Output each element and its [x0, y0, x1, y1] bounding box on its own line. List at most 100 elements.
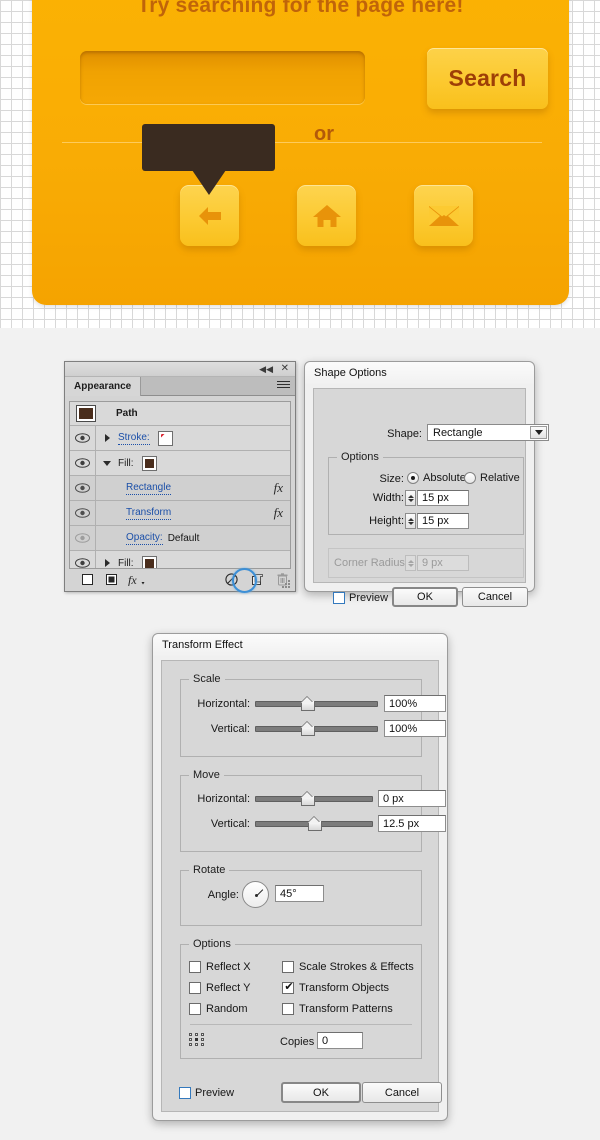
random-label: Random [206, 1003, 248, 1015]
move-group: Move [180, 769, 422, 852]
size-absolute-radio[interactable] [407, 472, 419, 484]
panel-tabstrip: Appearance [65, 377, 295, 396]
disclosure-triangle-right-icon[interactable] [96, 559, 118, 567]
shape-options-title: Shape Options [305, 362, 534, 384]
cancel-button[interactable]: Cancel [462, 587, 528, 607]
appearance-row-rectangle[interactable]: Rectangle fx [70, 476, 290, 501]
preview-label: Preview [349, 592, 389, 604]
reflect-y-checkbox[interactable] [189, 982, 201, 994]
visibility-eye-icon-off[interactable] [70, 526, 96, 550]
move-horizontal-slider-thumb[interactable] [301, 792, 315, 806]
angle-dial[interactable] [242, 881, 269, 908]
width-input[interactable]: 15 px [417, 490, 469, 506]
visibility-eye-icon[interactable] [70, 451, 96, 475]
size-absolute-label: Absolute [423, 472, 466, 484]
scale-vertical-slider-track[interactable] [255, 726, 378, 732]
visibility-eye-icon[interactable] [70, 476, 96, 500]
appearance-row-opacity-nested-label[interactable]: Opacity: [126, 532, 163, 545]
transform-objects-checkbox[interactable] [282, 980, 295, 994]
copies-label: Copies [280, 1036, 315, 1048]
divider [62, 142, 542, 143]
appearance-row-transform-label[interactable]: Transform [126, 507, 172, 520]
transform-patterns-checkbox[interactable] [282, 1003, 294, 1015]
reflect-x-checkbox[interactable] [189, 961, 201, 973]
add-new-effect-fx-icon[interactable]: fx [128, 571, 145, 588]
scale-strokes-effects-checkbox[interactable] [282, 961, 294, 973]
preview-checkbox[interactable] [179, 1087, 191, 1099]
width-label: Width: [372, 492, 404, 504]
move-horizontal-input[interactable]: 0 px [378, 790, 446, 807]
scale-vertical-slider-thumb[interactable] [301, 722, 315, 736]
transform-effect-title: Transform Effect [153, 634, 447, 656]
panel-resize-grip[interactable] [282, 580, 291, 589]
width-stepper[interactable] [405, 490, 416, 506]
appearance-row-fill-1[interactable]: Fill: [70, 451, 290, 476]
preview-checkbox[interactable] [333, 592, 345, 604]
arrow-left-icon [198, 206, 221, 225]
search-button[interactable]: Search [427, 48, 548, 109]
height-input[interactable]: 15 px [417, 513, 469, 529]
mail-button[interactable] [414, 185, 473, 246]
appearance-row-rectangle-label[interactable]: Rectangle [126, 482, 172, 495]
scale-vertical-label: Vertical: [210, 723, 250, 735]
fill-color-swatch[interactable] [141, 555, 157, 568]
disclosure-triangle-down-icon[interactable] [96, 460, 118, 466]
appearance-row-fill-2[interactable]: Fill: [70, 551, 290, 569]
shape-select[interactable]: Rectangle [427, 424, 549, 441]
transform-patterns-label: Transform Patterns [299, 1003, 393, 1015]
add-new-stroke-icon[interactable] [79, 571, 96, 588]
cancel-button[interactable]: Cancel [362, 1082, 442, 1103]
close-icon[interactable]: ✕ [281, 363, 289, 375]
size-relative-radio[interactable] [464, 472, 476, 484]
panel-menu-icon[interactable] [277, 381, 290, 392]
add-new-fill-icon[interactable] [104, 571, 121, 588]
disclosure-triangle-right-icon[interactable] [96, 434, 118, 442]
chevron-down-icon[interactable] [530, 426, 547, 439]
fill-color-swatch[interactable] [141, 455, 157, 471]
stroke-swatch-none[interactable] [157, 430, 173, 446]
scale-horizontal-slider-track[interactable] [255, 701, 378, 707]
appearance-row-stroke-label[interactable]: Stroke: [118, 432, 150, 445]
fx-icon[interactable]: fx [274, 480, 283, 496]
collapse-icon[interactable]: ◀◀ [259, 364, 273, 375]
visibility-eye-icon[interactable] [70, 501, 96, 525]
home-button[interactable] [297, 185, 356, 246]
transform-options-group-title: Options [189, 938, 235, 950]
envelope-icon [428, 205, 459, 226]
fx-icon[interactable]: fx [274, 505, 283, 521]
preview-label: Preview [195, 1087, 235, 1099]
scale-vertical-input[interactable]: 100% [384, 720, 446, 737]
visibility-eye-icon[interactable] [70, 426, 96, 450]
svg-text:fx: fx [128, 573, 137, 586]
search-input[interactable] [80, 51, 365, 104]
scale-group: Scale [180, 673, 422, 757]
move-vertical-slider-thumb[interactable] [308, 817, 322, 831]
appearance-row-stroke[interactable]: Stroke: [70, 426, 290, 451]
ok-button[interactable]: OK [281, 1082, 361, 1103]
move-horizontal-label: Horizontal: [197, 793, 250, 805]
appearance-row-opacity-nested[interactable]: Opacity: Default [70, 526, 290, 551]
appearance-path-row[interactable]: Path [70, 402, 290, 426]
scale-horizontal-label: Horizontal: [197, 698, 250, 710]
appearance-row-fill-2-label: Fill: [118, 557, 134, 569]
height-label: Height: [369, 515, 404, 527]
angle-input[interactable]: 45° [275, 885, 324, 902]
or-label: or [314, 123, 334, 145]
tab-appearance[interactable]: Appearance [65, 377, 142, 396]
visibility-eye-icon[interactable] [70, 551, 96, 568]
path-color-swatch[interactable] [76, 405, 96, 422]
home-icon [312, 204, 341, 227]
appearance-row-transform[interactable]: Transform fx [70, 501, 290, 526]
scale-horizontal-slider-thumb[interactable] [301, 697, 315, 711]
ok-button[interactable]: OK [392, 587, 458, 607]
appearance-row-opacity-nested-value: Default [167, 532, 200, 544]
copies-input[interactable]: 0 [317, 1032, 363, 1049]
reflect-x-label: Reflect X [206, 961, 251, 973]
artboard-edge [0, 328, 600, 340]
move-vertical-input[interactable]: 12.5 px [378, 815, 446, 832]
random-checkbox[interactable] [189, 1003, 201, 1015]
move-vertical-label: Vertical: [210, 818, 250, 830]
scale-horizontal-input[interactable]: 100% [384, 695, 446, 712]
height-stepper[interactable] [405, 513, 416, 529]
tab-appearance-label: Appearance [74, 381, 132, 392]
